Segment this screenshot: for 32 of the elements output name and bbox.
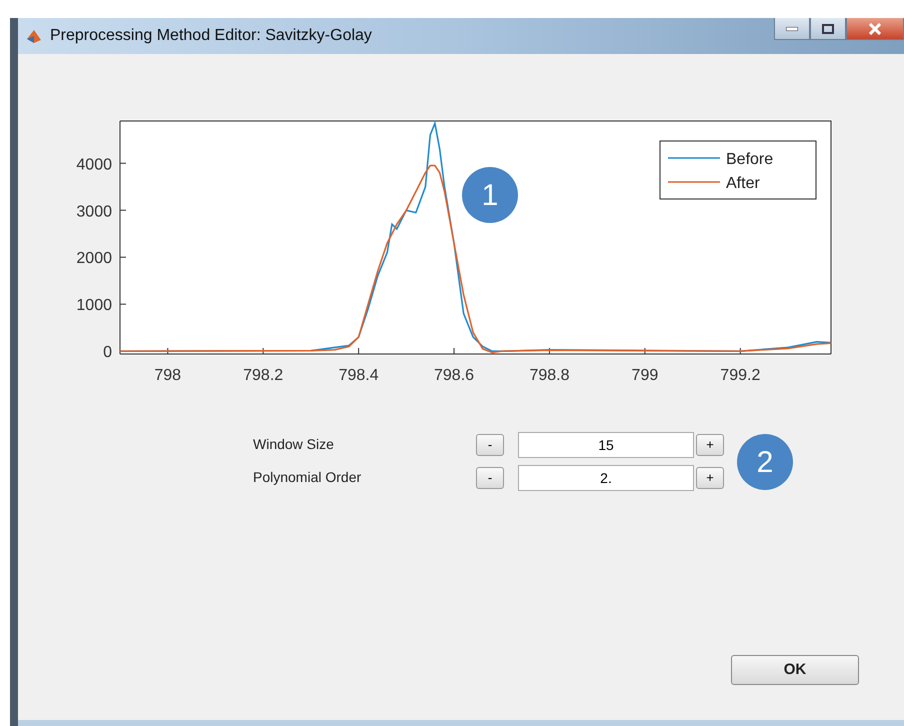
parameter-label: Window Size	[253, 435, 335, 454]
y-tick-label: 3000	[76, 203, 112, 220]
parameter-label: Polynomial Order	[253, 468, 362, 487]
y-tick-label: 4000	[76, 156, 112, 174]
app-icon	[26, 28, 42, 44]
decrement-button[interactable]: -	[476, 434, 504, 456]
value-field[interactable]: 15	[518, 432, 694, 458]
y-tick-label: 0	[103, 344, 112, 362]
ok-button[interactable]: OK	[731, 655, 859, 685]
close-button[interactable]	[846, 18, 904, 40]
increment-button[interactable]: +	[696, 434, 724, 456]
y-tick-label: 2000	[76, 250, 112, 268]
window-title: Preprocessing Method Editor: Savitzky-Golay	[50, 26, 372, 46]
close-icon	[869, 22, 881, 34]
x-tick-label: 798.2	[243, 367, 284, 384]
value-field[interactable]: 2.	[518, 464, 694, 490]
legend-label: After	[726, 175, 760, 192]
x-tick-label: 799	[632, 367, 658, 384]
x-tick-label: 798	[154, 367, 182, 384]
maximize-icon	[822, 24, 834, 34]
decrement-button[interactable]: -	[476, 466, 504, 488]
minimize-icon	[786, 26, 798, 30]
maximize-button[interactable]	[810, 18, 846, 40]
y-tick-label: 1000	[76, 297, 112, 314]
x-tick-label: 798.8	[529, 367, 570, 384]
increment-button[interactable]: +	[696, 466, 724, 488]
callout-badge: 2	[737, 434, 793, 490]
x-tick-label: 799.2	[720, 367, 760, 384]
x-tick-label: 798.6	[434, 367, 474, 384]
legend-label: Before	[726, 151, 774, 168]
minimize-button[interactable]	[774, 18, 810, 40]
x-tick-label: 798.4	[338, 367, 379, 384]
